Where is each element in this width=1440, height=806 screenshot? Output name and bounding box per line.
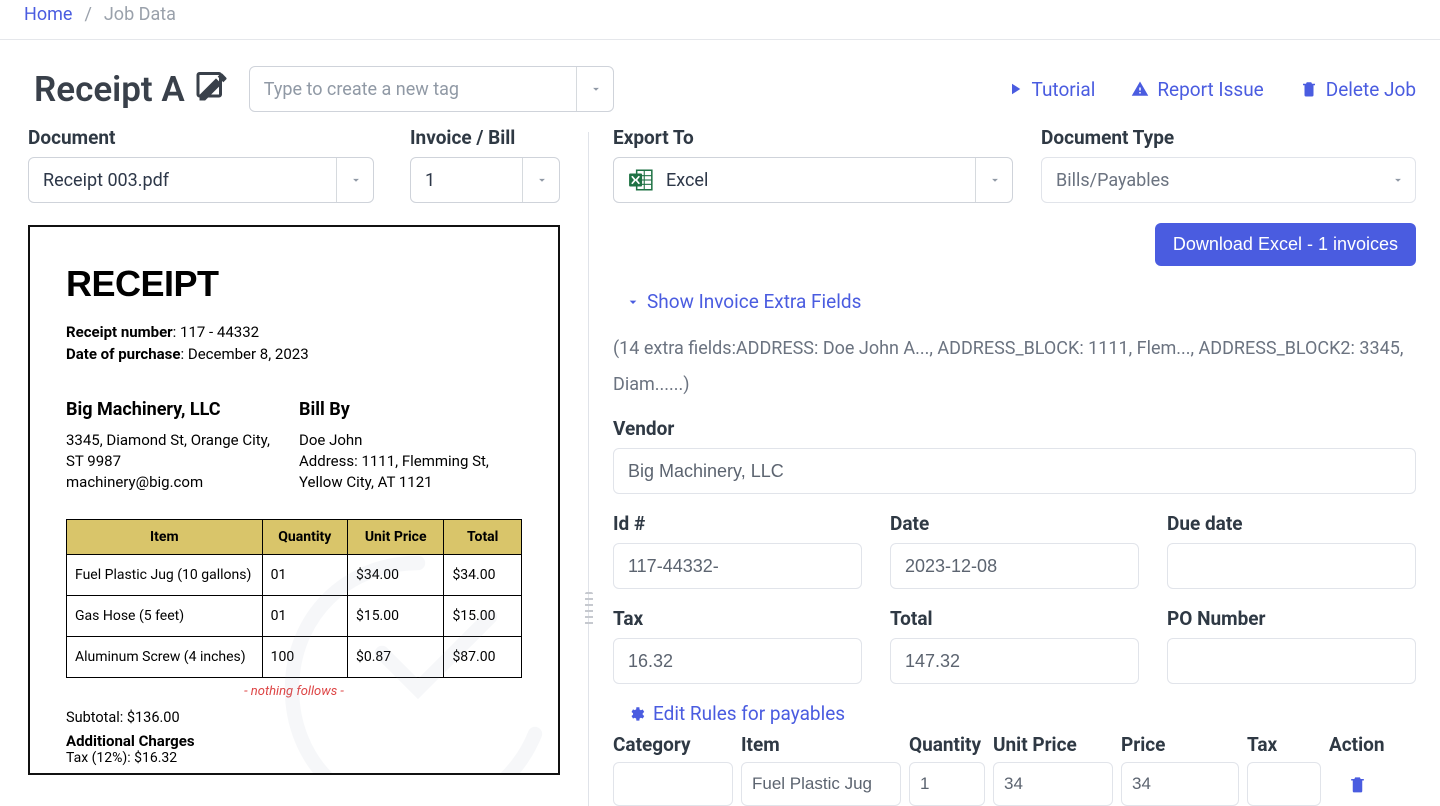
line-items-header: Category Item Quantity Unit Price Price …: [613, 733, 1416, 756]
billby-block: Bill By Doe John Address: 1111, Flemming…: [299, 399, 522, 493]
tutorial-button[interactable]: Tutorial: [1006, 78, 1096, 101]
delete-line-button[interactable]: [1329, 775, 1385, 794]
page-title: Receipt A: [34, 69, 185, 110]
chevron-down-icon: [625, 294, 641, 310]
chevron-down-icon: [336, 158, 363, 202]
drag-handle-icon[interactable]: [585, 592, 593, 626]
trash-icon: [1348, 775, 1367, 794]
breadcrumb-current: Job Data: [104, 4, 176, 25]
edit-rules-link[interactable]: Edit Rules for payables: [627, 702, 1416, 725]
show-extra-fields-toggle[interactable]: Show Invoice Extra Fields: [625, 290, 861, 313]
report-issue-label: Report Issue: [1157, 78, 1263, 101]
document-type-value: Bills/Payables: [1056, 170, 1169, 191]
invoice-label: Invoice / Bill: [410, 126, 560, 149]
additional-charges: Additional Charges: [66, 732, 522, 750]
extra-fields-summary: (14 extra fields:ADDRESS: Doe John A...,…: [613, 331, 1416, 403]
date-input[interactable]: [890, 543, 1139, 589]
tag-placeholder: Type to create a new tag: [264, 79, 459, 100]
delete-job-label: Delete Job: [1326, 78, 1416, 101]
export-to-label: Export To: [613, 126, 1013, 149]
po-number-input[interactable]: [1167, 638, 1416, 684]
line-item-row: [613, 762, 1416, 806]
line-item-input[interactable]: [741, 762, 901, 806]
tag-select[interactable]: Type to create a new tag: [249, 66, 614, 112]
document-select[interactable]: Receipt 003.pdf: [28, 157, 374, 203]
vendor-label: Vendor: [613, 417, 1416, 440]
play-icon: [1006, 80, 1024, 98]
document-type-label: Document Type: [1041, 126, 1416, 149]
due-date-input[interactable]: [1167, 543, 1416, 589]
subtotal: Subtotal: $136.00: [66, 709, 522, 726]
line-category-input[interactable]: [613, 762, 733, 806]
line-price-input[interactable]: [1121, 762, 1239, 806]
table-row: Gas Hose (5 feet)01$15.00$15.00: [67, 596, 522, 637]
line-tax-input[interactable]: [1247, 762, 1321, 806]
chevron-down-icon: [975, 158, 1002, 202]
tutorial-label: Tutorial: [1032, 78, 1096, 101]
download-excel-button[interactable]: Download Excel - 1 invoices: [1155, 223, 1416, 266]
document-value: Receipt 003.pdf: [43, 170, 169, 191]
po-number-label: PO Number: [1167, 607, 1416, 630]
edit-icon[interactable]: [195, 69, 231, 109]
tax-label: Tax: [613, 607, 862, 630]
chevron-down-icon: [522, 158, 549, 202]
receipt-date: Date of purchase: December 8, 2023: [66, 345, 522, 363]
id-input[interactable]: [613, 543, 862, 589]
gear-icon: [627, 705, 645, 723]
warning-icon: [1131, 80, 1149, 98]
vendor-input[interactable]: [613, 448, 1416, 494]
chevron-down-icon: [1379, 158, 1405, 202]
date-label: Date: [890, 512, 1139, 535]
export-to-select[interactable]: Excel: [613, 157, 1013, 203]
breadcrumb-home-link[interactable]: Home: [24, 4, 72, 25]
total-label: Total: [890, 607, 1139, 630]
line-quantity-input[interactable]: [909, 762, 985, 806]
nothing-follows: - nothing follows -: [66, 684, 522, 699]
topbar: Receipt A Type to create a new tag Tutor…: [0, 40, 1440, 126]
tax-input[interactable]: [613, 638, 862, 684]
delete-job-button[interactable]: Delete Job: [1300, 78, 1416, 101]
breadcrumb: Home / Job Data: [0, 0, 1440, 40]
chevron-down-icon: [576, 67, 603, 111]
table-row: Aluminum Screw (4 inches)100$0.87$87.00: [67, 637, 522, 678]
pane-divider[interactable]: [588, 132, 589, 806]
invoice-select[interactable]: 1: [410, 157, 560, 203]
tax-line: Tax (12%): $16.32: [66, 750, 522, 766]
table-row: Fuel Plastic Jug (10 gallons)01$34.00$34…: [67, 555, 522, 596]
line-unit-price-input[interactable]: [993, 762, 1113, 806]
breadcrumb-separator: /: [84, 4, 91, 25]
show-extra-label: Show Invoice Extra Fields: [647, 290, 861, 313]
receipt-preview: RECEIPT Receipt number: 117 - 44332 Date…: [28, 225, 560, 775]
document-type-select[interactable]: Bills/Payables: [1041, 157, 1416, 203]
id-label: Id #: [613, 512, 862, 535]
vendor-block: Big Machinery, LLC 3345, Diamond St, Ora…: [66, 399, 289, 493]
receipt-table: Item Quantity Unit Price Total Fuel Plas…: [66, 519, 522, 678]
document-label: Document: [28, 126, 374, 149]
report-issue-button[interactable]: Report Issue: [1131, 78, 1263, 101]
invoice-value: 1: [425, 170, 435, 191]
due-date-label: Due date: [1167, 512, 1416, 535]
edit-rules-label: Edit Rules for payables: [653, 702, 845, 725]
excel-icon: [628, 167, 654, 193]
receipt-number: Receipt number: 117 - 44332: [66, 323, 522, 341]
total-input[interactable]: [890, 638, 1139, 684]
receipt-heading: RECEIPT: [66, 263, 522, 305]
export-value: Excel: [666, 170, 708, 191]
trash-icon: [1300, 80, 1318, 98]
